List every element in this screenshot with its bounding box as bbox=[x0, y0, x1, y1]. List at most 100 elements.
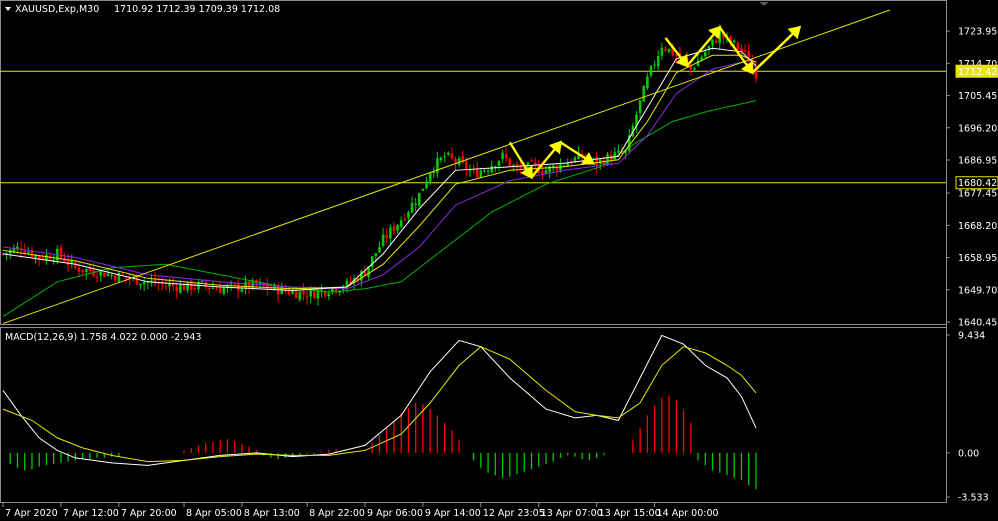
candle-body bbox=[414, 203, 417, 205]
candle-body bbox=[743, 50, 747, 52]
candle-body bbox=[95, 276, 99, 278]
x-tick-label: 12 Apr 23:05 bbox=[483, 508, 545, 519]
collapse-triangle-icon[interactable] bbox=[5, 7, 11, 11]
macd-tick-label: 9.434 bbox=[958, 331, 985, 342]
price-tick-label: 1677.45 bbox=[958, 189, 997, 200]
candle-body bbox=[410, 202, 414, 213]
horizontal-lines bbox=[0, 70, 946, 184]
candle-body bbox=[421, 188, 425, 191]
x-tick-label: 13 Apr 07:00 bbox=[541, 508, 603, 519]
candle-body bbox=[693, 67, 696, 70]
candle-body bbox=[696, 60, 700, 67]
candle-body bbox=[606, 154, 609, 165]
candle-body bbox=[164, 285, 168, 287]
candle-body bbox=[23, 250, 27, 254]
candle-body bbox=[222, 287, 226, 294]
price-tick-label: 1658.95 bbox=[958, 253, 997, 264]
candle-body bbox=[638, 100, 642, 113]
candle-body bbox=[595, 156, 598, 166]
macd-tick-label: -3.533 bbox=[958, 493, 989, 504]
macd-panel-frame bbox=[0, 327, 947, 503]
trendline bbox=[2, 9, 891, 325]
candle-body bbox=[656, 56, 660, 67]
candle-body bbox=[313, 290, 316, 299]
candle-body bbox=[77, 267, 81, 272]
candle-body bbox=[403, 218, 407, 220]
candle-body bbox=[298, 291, 302, 300]
candle-body bbox=[468, 170, 472, 172]
trendline-layer bbox=[2, 9, 891, 325]
ma-long-line bbox=[2, 100, 757, 318]
x-tick-label: 13 Apr 15:00 bbox=[599, 508, 661, 519]
candle-body bbox=[237, 283, 240, 292]
candle-body bbox=[287, 291, 291, 295]
x-tick-label: 9 Apr 14:00 bbox=[425, 508, 481, 519]
candle-body bbox=[501, 152, 504, 159]
arrow-1-3 bbox=[751, 25, 802, 74]
candle-body bbox=[443, 156, 446, 158]
candle-body bbox=[291, 291, 294, 294]
candle-body bbox=[142, 281, 146, 285]
candle-body bbox=[465, 161, 468, 171]
trading-chart[interactable]: 1723.951714.701705.451696.201686.951677.… bbox=[0, 0, 998, 521]
candle-body bbox=[378, 247, 381, 253]
candle-body bbox=[316, 290, 320, 299]
candle-body bbox=[439, 157, 443, 161]
x-tick-label: 8 Apr 22:00 bbox=[309, 508, 365, 519]
candle-body bbox=[711, 39, 714, 46]
candle-body bbox=[305, 296, 309, 298]
candle-body bbox=[106, 273, 110, 276]
candle-body bbox=[486, 170, 490, 172]
candle-body bbox=[617, 150, 620, 153]
candle-body bbox=[497, 160, 501, 167]
candle-body bbox=[533, 162, 537, 165]
x-tick-label: 7 Apr 2020 bbox=[5, 508, 58, 519]
price-tick-label: 1705.45 bbox=[958, 91, 997, 102]
candle-body bbox=[504, 154, 508, 159]
candle-body bbox=[182, 284, 186, 291]
candle-body bbox=[27, 251, 30, 254]
candle-body bbox=[703, 52, 707, 57]
candle-body bbox=[99, 270, 103, 276]
candle-body bbox=[548, 166, 551, 173]
price-tick-label: 1649.70 bbox=[958, 285, 997, 296]
candle-body bbox=[233, 283, 236, 285]
candle-body bbox=[541, 171, 544, 174]
candle-body bbox=[327, 293, 331, 297]
x-tick-label: 8 Apr 05:00 bbox=[186, 508, 242, 519]
macd-y-ticks: 9.434 0.00 -3.533 bbox=[946, 331, 989, 504]
candle-body bbox=[490, 165, 493, 173]
candle-body bbox=[736, 42, 740, 51]
macd-signal-line bbox=[2, 346, 757, 463]
candle-body bbox=[240, 289, 244, 292]
macd-label: MACD(12,26,9) 1.758 4.022 0.000 -2.943 bbox=[5, 332, 201, 343]
candle-body bbox=[508, 158, 512, 167]
candle-body bbox=[667, 48, 671, 52]
x-axis-ticks: 7 Apr 2020 7 Apr 12:00 7 Apr 20:00 8 Apr 05… bbox=[2, 503, 719, 519]
candle-body bbox=[244, 281, 247, 289]
candle-body bbox=[302, 290, 305, 295]
candle-body bbox=[475, 168, 479, 178]
x-tick-label: 9 Apr 06:00 bbox=[367, 508, 423, 519]
candle-body bbox=[479, 170, 483, 178]
candle-body bbox=[389, 227, 392, 239]
candle-body bbox=[84, 268, 88, 273]
candle-body bbox=[81, 269, 84, 272]
price-tick-label: 1723.95 bbox=[958, 27, 997, 38]
candle-body bbox=[407, 212, 410, 218]
candle-body bbox=[418, 192, 421, 206]
shift-marker-icon[interactable] bbox=[759, 2, 769, 6]
price-panel-frame bbox=[0, 0, 947, 325]
candle-body bbox=[179, 284, 182, 293]
macd-tick-label: 0.00 bbox=[958, 448, 979, 459]
candle-body bbox=[200, 280, 204, 282]
candle-body bbox=[113, 275, 117, 281]
candle-body bbox=[392, 226, 396, 232]
candle-body bbox=[714, 40, 718, 43]
candle-body bbox=[432, 172, 436, 174]
price-marker-label: 1680.42 bbox=[958, 178, 997, 189]
candle-body bbox=[171, 284, 175, 286]
arrow-annotations bbox=[508, 25, 802, 180]
candle-body bbox=[646, 76, 649, 88]
arrow-0-2 bbox=[559, 141, 596, 165]
